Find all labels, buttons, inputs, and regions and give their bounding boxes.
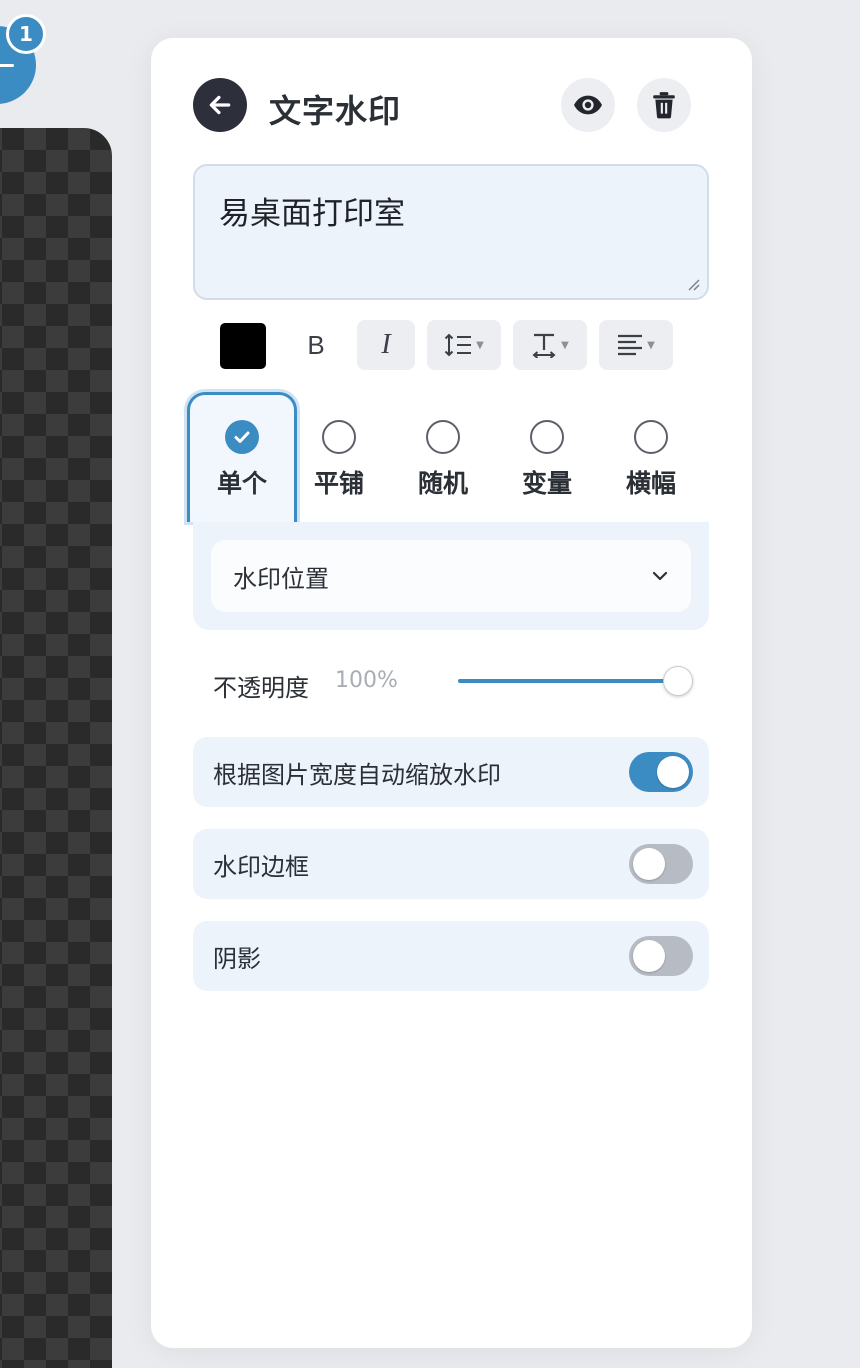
text-format-toolbar: B I ▼ ▼ ▼ <box>193 318 713 370</box>
radio-unchecked <box>426 420 460 454</box>
image-canvas[interactable] <box>0 128 112 1368</box>
chevron-down-icon: ▼ <box>647 339 655 351</box>
toggle-knob <box>633 848 665 880</box>
opacity-value: 100% <box>335 668 398 693</box>
mode-option-single[interactable]: 单个 <box>187 392 297 522</box>
watermark-text-value: 易桌面打印室 <box>219 196 405 232</box>
preview-button[interactable] <box>561 78 615 132</box>
mode-option-banner[interactable]: 横幅 <box>596 392 706 522</box>
panel-title: 文字水印 <box>269 92 402 130</box>
arrow-left-icon <box>209 95 231 115</box>
mode-label: 横幅 <box>625 469 676 498</box>
mode-label: 单个 <box>216 469 267 498</box>
mode-option-tile[interactable]: 平铺 <box>284 392 394 522</box>
panel-header: 文字水印 <box>193 78 693 134</box>
radio-unchecked <box>530 420 564 454</box>
layer-count-badge: 1 <box>6 14 46 54</box>
toggle-label: 阴影 <box>213 944 261 973</box>
radio-unchecked <box>322 420 356 454</box>
delete-button[interactable] <box>637 78 691 132</box>
chevron-down-icon <box>652 571 668 581</box>
toggle-knob <box>633 940 665 972</box>
check-icon <box>234 431 250 443</box>
trash-icon <box>653 92 675 119</box>
line-height-icon <box>444 333 472 357</box>
toggle-knob <box>657 756 689 788</box>
watermark-text-input[interactable]: 易桌面打印室 <box>193 164 709 300</box>
text-spacing-button[interactable]: ▼ <box>513 320 587 370</box>
mode-option-variable[interactable]: 变量 <box>492 392 602 522</box>
radio-unchecked <box>634 420 668 454</box>
chevron-down-icon: ▼ <box>476 339 484 351</box>
line-height-button[interactable]: ▼ <box>427 320 501 370</box>
border-row: 水印边框 <box>193 829 709 899</box>
text-align-button[interactable]: ▼ <box>599 320 673 370</box>
border-toggle[interactable] <box>629 844 693 884</box>
resize-grip-icon[interactable] <box>685 276 701 292</box>
mode-label: 随机 <box>417 469 468 498</box>
shadow-toggle[interactable] <box>629 936 693 976</box>
radio-checked <box>225 420 259 454</box>
toggle-label: 水印边框 <box>213 852 309 881</box>
opacity-slider-handle[interactable] <box>663 666 693 696</box>
align-left-icon <box>618 334 643 356</box>
back-button[interactable] <box>193 78 247 132</box>
opacity-slider-track[interactable] <box>458 679 678 683</box>
shadow-row: 阴影 <box>193 921 709 991</box>
opacity-label: 不透明度 <box>213 674 309 702</box>
opacity-control: 不透明度 100% <box>213 666 703 704</box>
bold-button[interactable]: B <box>289 320 343 370</box>
text-color-picker[interactable] <box>220 323 266 369</box>
mode-settings-area: 水印位置 <box>193 522 709 630</box>
auto-scale-toggle[interactable] <box>629 752 693 792</box>
mode-label: 平铺 <box>313 469 364 498</box>
text-watermark-panel: 文字水印 易桌面打印室 B I ▼ ▼ ▼ 单个 平铺 随机 变量 横幅 水印位… <box>151 38 752 1348</box>
auto-scale-row: 根据图片宽度自动缩放水印 <box>193 737 709 807</box>
chevron-down-icon: ▼ <box>561 339 569 351</box>
watermark-position-select[interactable]: 水印位置 <box>211 540 691 612</box>
watermark-mode-selector: 单个 平铺 随机 变量 横幅 <box>187 392 711 528</box>
eye-icon <box>574 95 602 115</box>
toggle-label: 根据图片宽度自动缩放水印 <box>213 760 501 789</box>
mode-option-random[interactable]: 随机 <box>388 392 498 522</box>
position-select-label: 水印位置 <box>233 564 329 593</box>
italic-button[interactable]: I <box>357 320 415 370</box>
text-height-icon <box>532 333 556 358</box>
mode-label: 变量 <box>521 469 572 498</box>
